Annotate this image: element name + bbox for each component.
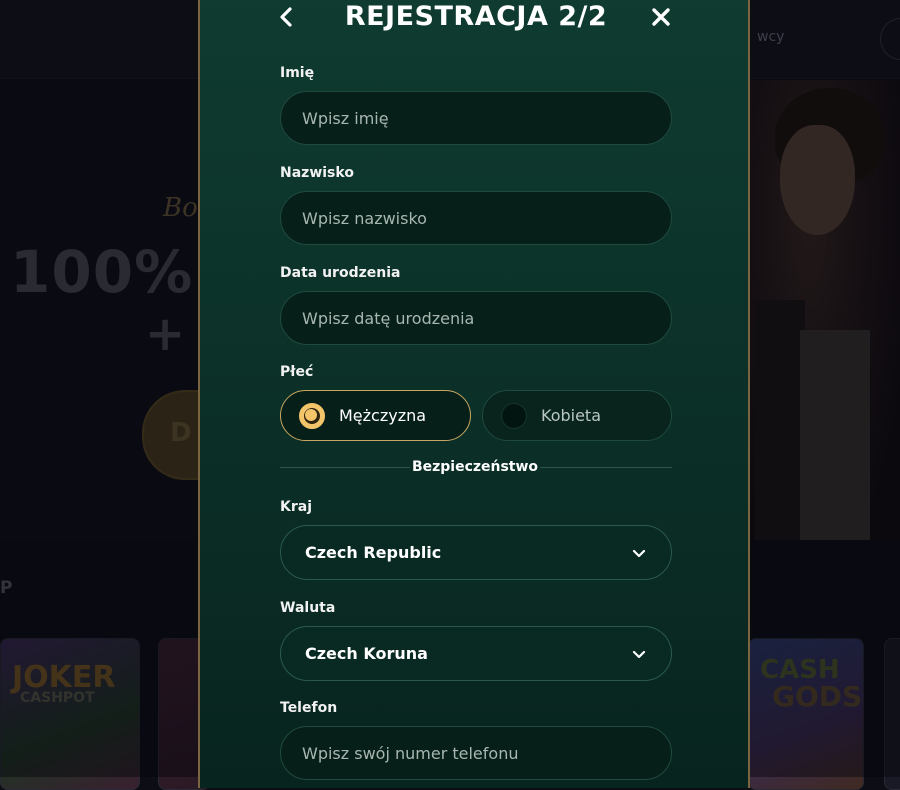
divider-line	[540, 467, 672, 468]
radio-unselected-icon	[501, 402, 527, 429]
currency-label: Waluta	[280, 600, 336, 616]
country-select-value: Czech Republic	[305, 543, 442, 562]
phone-label: Telefon	[280, 700, 338, 716]
country-select[interactable]: Czech Republic	[280, 525, 672, 580]
currency-select[interactable]: Czech Koruna	[280, 626, 672, 681]
birth-date-label: Data urodzenia	[280, 265, 401, 281]
security-section-title: Bezpieczeństwo	[411, 459, 539, 475]
registration-modal: REJESTRACJA 2/2 Imię Nazwisko Data urodz…	[198, 0, 750, 788]
chevron-down-icon	[632, 549, 646, 557]
gender-label: Płeć	[280, 364, 314, 380]
country-label: Kraj	[280, 499, 312, 515]
birth-date-input[interactable]	[300, 307, 652, 329]
first-name-label: Imię	[280, 65, 315, 81]
first-name-field[interactable]	[280, 91, 672, 145]
radio-selected-icon	[299, 402, 325, 429]
first-name-input[interactable]	[300, 107, 652, 129]
last-name-input[interactable]	[300, 207, 652, 229]
chevron-down-icon	[632, 650, 646, 658]
gender-option-male[interactable]: Mężczyzna	[280, 390, 471, 441]
close-button[interactable]	[646, 2, 676, 32]
birth-date-field[interactable]	[280, 291, 672, 345]
phone-field[interactable]	[280, 726, 672, 780]
currency-select-value: Czech Koruna	[305, 644, 428, 663]
close-icon	[652, 8, 670, 26]
gender-option-label: Mężczyzna	[339, 406, 427, 425]
gender-option-label: Kobieta	[541, 406, 602, 425]
last-name-field[interactable]	[280, 191, 672, 245]
gender-option-female[interactable]: Kobieta	[482, 390, 672, 441]
last-name-label: Nazwisko	[280, 165, 354, 181]
divider-line	[280, 467, 410, 468]
phone-input[interactable]	[300, 742, 652, 764]
